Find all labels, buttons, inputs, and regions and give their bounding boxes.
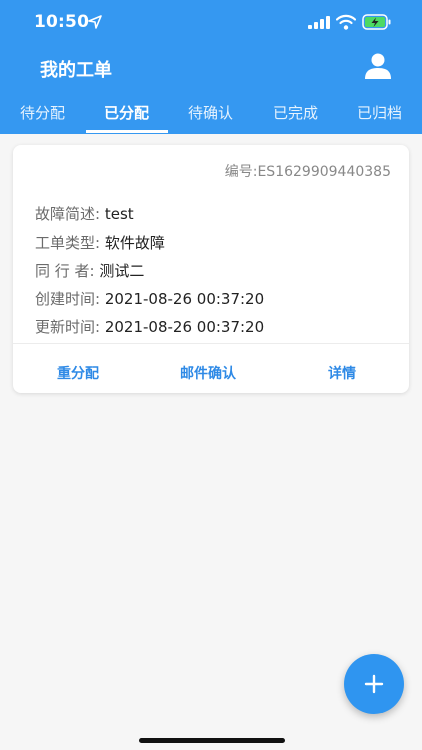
field-value: 测试二 [99, 262, 145, 280]
field-label: 同 行 者: [35, 262, 100, 280]
home-indicator[interactable] [139, 738, 285, 743]
field-companion: 同 行 者: 测试二 [35, 260, 144, 281]
tab-archived[interactable]: 已归档 [357, 102, 402, 123]
add-work-order-button[interactable] [344, 654, 404, 714]
field-label: 工单类型: [35, 234, 105, 252]
field-value: test [104, 205, 134, 223]
status-time: 10:50 [34, 12, 90, 32]
status-bar: 10:50 [0, 0, 422, 44]
battery-charging-icon [362, 14, 391, 30]
field-label: 故障简述: [35, 205, 105, 223]
field-value: 2021-08-26 00:37:20 [104, 290, 265, 308]
app-header: 10:50 我的工单 待分配 已分配 待确认 已完成 已归档 [0, 0, 422, 134]
field-created-time: 创建时间: 2021-08-26 00:37:20 [35, 288, 264, 309]
email-confirm-button[interactable]: 邮件确认 [180, 363, 236, 383]
field-label: 更新时间: [35, 318, 105, 336]
work-order-card[interactable]: 编号:ES1629909440385 故障简述: test 工单类型: 软件故障… [13, 145, 409, 393]
tab-assigned[interactable]: 已分配 [104, 102, 149, 123]
cellular-signal-icon [308, 16, 330, 29]
tab-pending-confirmation[interactable]: 待确认 [188, 102, 233, 123]
plus-icon [364, 674, 384, 694]
tab-pending-assignment[interactable]: 待分配 [20, 102, 65, 123]
field-value: 软件故障 [104, 234, 165, 252]
field-value: 2021-08-26 00:37:20 [104, 318, 265, 336]
field-updated-time: 更新时间: 2021-08-26 00:37:20 [35, 316, 264, 337]
field-label: 创建时间: [35, 290, 105, 308]
location-arrow-icon [88, 15, 102, 29]
field-order-type: 工单类型: 软件故障 [35, 232, 165, 253]
status-tabs: 待分配 已分配 待确认 已完成 已归档 [0, 92, 422, 134]
user-profile-icon[interactable] [364, 52, 392, 80]
page-title: 我的工单 [40, 60, 112, 81]
card-divider [13, 343, 409, 344]
active-tab-indicator [86, 130, 168, 133]
wifi-icon [336, 14, 356, 30]
tab-completed[interactable]: 已完成 [273, 102, 318, 123]
field-fault-summary: 故障简述: test [35, 203, 134, 224]
details-button[interactable]: 详情 [328, 363, 356, 383]
reassign-button[interactable]: 重分配 [57, 363, 99, 383]
order-number: 编号:ES1629909440385 [224, 164, 391, 180]
title-bar: 我的工单 [0, 44, 422, 92]
